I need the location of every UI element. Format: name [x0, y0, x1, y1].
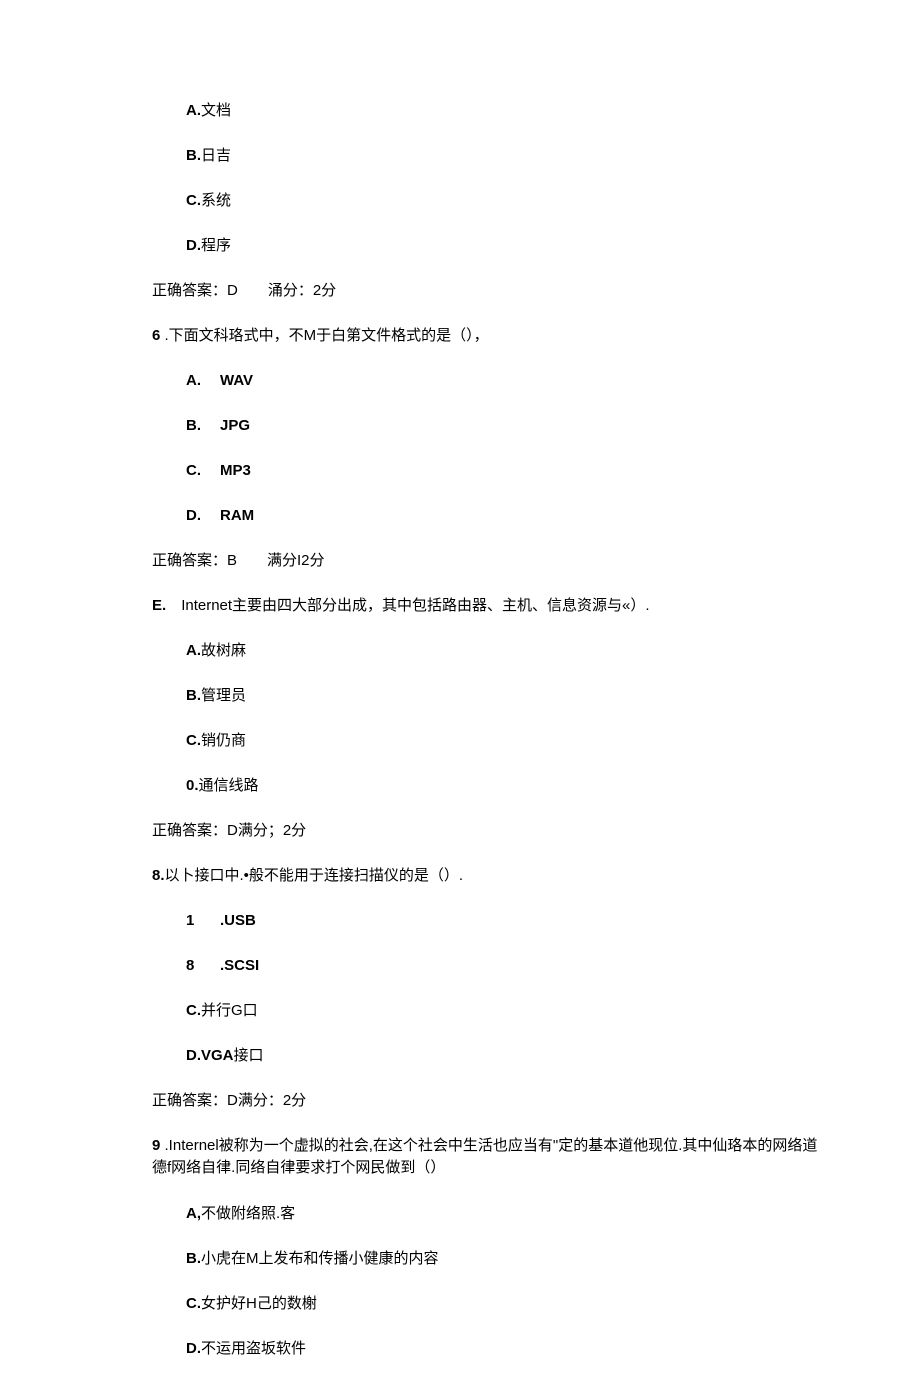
answer-text: 正确答案：D满分；2分 [152, 822, 306, 839]
option-label: D. [186, 237, 201, 254]
q6-option-b: B.JPG [152, 415, 820, 436]
q7-answer: 正确答案：D满分；2分 [152, 820, 820, 841]
question-text: .下面文科珞式中，不M于白第文件格式的是（）， [160, 327, 488, 344]
option-label: C. [186, 460, 220, 481]
q9-option-a: A,不做附络照.客 [152, 1203, 820, 1224]
q8-stem: 8.以卜接口中.•般不能用于连接扫描仪的是（）. [152, 865, 820, 886]
option-label: D. [186, 1340, 201, 1357]
q9-option-b: B.小虎在M上发布和传播小健康的内容 [152, 1248, 820, 1269]
option-text: 接口 [234, 1047, 264, 1064]
question-text: .Internel被称为一个虚拟的社会,在这个社会中生活也应当有"定的基本道他现… [152, 1137, 817, 1176]
option-text: .SCSI [220, 957, 259, 974]
option-label: A. [186, 102, 201, 119]
option-text: 不运用盗坂软件 [201, 1340, 306, 1357]
q5-option-b: B.日吉 [152, 145, 820, 166]
q6-option-d: D.RAM [152, 505, 820, 526]
q7-stem: E. Internet主要由四大部分出成，其中包括路由器、主机、信息资源与«）. [152, 595, 820, 616]
q5-option-d: D.程序 [152, 235, 820, 256]
option-text: MP3 [220, 462, 251, 479]
q9-stem: 9 .Internel被称为一个虚拟的社会,在这个社会中生活也应当有"定的基本道… [152, 1135, 820, 1179]
question-text: Internet主要由四大部分出成，其中包括路由器、主机、信息资源与«）. [166, 597, 649, 614]
option-label: D.VGA [186, 1047, 234, 1064]
option-text: 女护好H己的数榭 [201, 1295, 317, 1312]
option-text: 并行G口 [201, 1002, 258, 1019]
answer-text: 正确答案：B 满分I2分 [152, 552, 325, 569]
q8-answer: 正确答案：D满分：2分 [152, 1090, 820, 1111]
q8-option-b: 8.SCSI [152, 955, 820, 976]
question-number: E. [152, 597, 166, 614]
option-label: A. [186, 642, 201, 659]
answer-text: 正确答案：D满分：2分 [152, 1092, 306, 1109]
q9-option-d: D.不运用盗坂软件 [152, 1338, 820, 1359]
option-label: C. [186, 192, 201, 209]
q8-option-d: D.VGA接口 [152, 1045, 820, 1066]
q6-stem: 6 .下面文科珞式中，不M于白第文件格式的是（）， [152, 325, 820, 346]
question-text: 以卜接口中.•般不能用于连接扫描仪的是（）. [165, 867, 464, 884]
option-text: WAV [220, 372, 253, 389]
q7-option-c: C.销仍商 [152, 730, 820, 751]
q5-option-a: A.文档 [152, 100, 820, 121]
q6-answer: 正确答案：B 满分I2分 [152, 550, 820, 571]
option-label: 8 [186, 955, 220, 976]
q7-option-a: A.故树麻 [152, 640, 820, 661]
option-label: B. [186, 147, 201, 164]
option-label: 1 [186, 910, 220, 931]
q5-answer: 正确答案：D 涌分：2分 [152, 280, 820, 301]
option-label: A. [186, 370, 220, 391]
option-text: 不做附络照.客 [201, 1205, 295, 1222]
option-label: A, [186, 1205, 201, 1222]
option-text: 通信线路 [199, 777, 259, 794]
option-text: 小虎在M上发布和传播小健康的内容 [201, 1250, 439, 1267]
option-label: C. [186, 1002, 201, 1019]
option-label: B. [186, 687, 201, 704]
option-text: JPG [220, 417, 250, 434]
q5-option-c: C.系统 [152, 190, 820, 211]
q6-option-c: C.MP3 [152, 460, 820, 481]
option-text: RAM [220, 507, 254, 524]
option-text: 故树麻 [201, 642, 246, 659]
option-label: C. [186, 1295, 201, 1312]
q8-option-c: C.并行G口 [152, 1000, 820, 1021]
q7-option-b: B.管理员 [152, 685, 820, 706]
question-number: 8. [152, 867, 165, 884]
q9-option-c: C.女护好H己的数榭 [152, 1293, 820, 1314]
option-label: B. [186, 415, 220, 436]
option-label: B. [186, 1250, 201, 1267]
option-label: C. [186, 732, 201, 749]
option-text: .USB [220, 912, 256, 929]
q7-option-d: 0.通信线路 [152, 775, 820, 796]
option-label: D. [186, 505, 220, 526]
q6-option-a: A.WAV [152, 370, 820, 391]
option-text: 管理员 [201, 687, 246, 704]
option-text: 文档 [201, 102, 231, 119]
option-text: 程序 [201, 237, 231, 254]
option-text: 日吉 [201, 147, 231, 164]
q8-option-a: 1.USB [152, 910, 820, 931]
option-label: 0. [186, 777, 199, 794]
option-text: 系统 [201, 192, 231, 209]
answer-text: 正确答案：D 涌分：2分 [152, 282, 336, 299]
option-text: 销仍商 [201, 732, 246, 749]
